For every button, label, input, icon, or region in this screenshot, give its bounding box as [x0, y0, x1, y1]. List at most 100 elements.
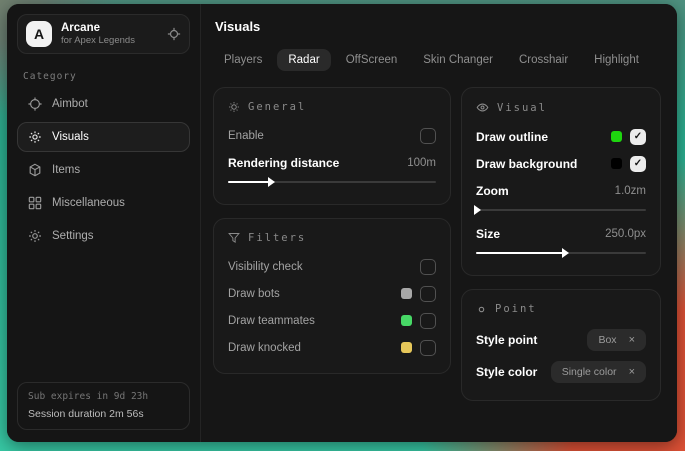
enable-label: Enable	[228, 130, 412, 142]
sidebar: A Arcane for Apex Legends Category Aimbo…	[7, 4, 201, 442]
left-column: General Enable Rendering distance 100m	[213, 87, 451, 374]
draw-background-checkbox[interactable]	[630, 156, 646, 172]
tab-radar[interactable]: Radar	[277, 49, 330, 71]
tab-highlight[interactable]: Highlight	[583, 49, 650, 71]
panels-area: General Enable Rendering distance 100m	[213, 87, 661, 401]
cube-icon	[28, 163, 42, 177]
zoom-row: Zoom 1.0zm	[476, 177, 646, 204]
filters-panel-header: Filters	[228, 232, 436, 244]
size-label: Size	[476, 227, 597, 241]
size-slider[interactable]	[476, 248, 646, 258]
right-column: Visual Draw outline Draw background Zoom	[461, 87, 661, 401]
sub-expires-text: Sub expires in 9d 23h	[28, 391, 179, 404]
close-icon[interactable]: ×	[629, 335, 635, 346]
draw-knocked-color-swatch[interactable]	[401, 342, 412, 353]
slider-thumb[interactable]	[268, 177, 275, 187]
draw-knocked-label: Draw knocked	[228, 342, 393, 354]
tab-skin-changer[interactable]: Skin Changer	[412, 49, 504, 71]
draw-background-row: Draw background	[476, 150, 646, 177]
sidebar-item-label: Miscellaneous	[52, 197, 125, 209]
sidebar-item-label: Aimbot	[52, 98, 88, 110]
slider-fill	[476, 252, 564, 254]
page-title: Visuals	[215, 19, 661, 34]
draw-bots-checkbox[interactable]	[420, 286, 436, 302]
style-color-row: Style color Single color ×	[476, 356, 646, 388]
slider-thumb[interactable]	[562, 248, 569, 258]
style-color-label: Style color	[476, 365, 543, 379]
general-panel-header: General	[228, 101, 436, 113]
sidebar-item-label: Items	[52, 164, 80, 176]
general-panel: General Enable Rendering distance 100m	[213, 87, 451, 205]
app-title: Arcane	[61, 23, 135, 35]
app-logo: A	[26, 21, 52, 47]
filters-panel: Filters Visibility check Draw bots Draw …	[213, 218, 451, 374]
draw-teammates-color-swatch[interactable]	[401, 315, 412, 326]
style-point-row: Style point Box ×	[476, 324, 646, 356]
visibility-check-checkbox[interactable]	[420, 259, 436, 275]
enable-row: Enable	[228, 122, 436, 149]
tab-offscreen[interactable]: OffScreen	[335, 49, 409, 71]
style-point-select[interactable]: Box ×	[587, 329, 646, 351]
target-icon[interactable]	[167, 27, 181, 41]
visibility-check-label: Visibility check	[228, 261, 412, 273]
zoom-value: 1.0zm	[615, 185, 646, 197]
filters-panel-title: Filters	[248, 232, 306, 244]
dot-icon	[476, 304, 487, 315]
style-point-label: Style point	[476, 333, 579, 347]
style-point-value: Box	[598, 334, 616, 346]
visual-panel-title: Visual	[497, 102, 547, 114]
sidebar-item-visuals[interactable]: Visuals	[17, 122, 190, 152]
tab-players[interactable]: Players	[213, 49, 273, 71]
brand-header: A Arcane for Apex Legends	[17, 14, 190, 54]
main-content: Visuals Players Radar OffScreen Skin Cha…	[201, 4, 677, 442]
draw-teammates-label: Draw teammates	[228, 315, 393, 327]
tab-bar: Players Radar OffScreen Skin Changer Cro…	[213, 49, 661, 71]
brand-text: Arcane for Apex Legends	[61, 23, 135, 46]
sidebar-item-label: Visuals	[52, 131, 89, 143]
app-window: A Arcane for Apex Legends Category Aimbo…	[7, 4, 677, 442]
draw-teammates-checkbox[interactable]	[420, 313, 436, 329]
draw-outline-color-swatch[interactable]	[611, 131, 622, 142]
session-duration-text: Session duration 2m 56s	[28, 407, 179, 421]
style-color-select[interactable]: Single color ×	[551, 361, 646, 383]
point-panel: Point Style point Box × Style color Sing…	[461, 289, 661, 401]
draw-outline-label: Draw outline	[476, 130, 603, 144]
point-panel-header: Point	[476, 303, 646, 315]
tab-crosshair[interactable]: Crosshair	[508, 49, 579, 71]
rendering-distance-row: Rendering distance 100m	[228, 149, 436, 176]
zoom-label: Zoom	[476, 184, 607, 198]
style-color-value: Single color	[562, 366, 617, 378]
draw-bots-label: Draw bots	[228, 288, 393, 300]
draw-background-label: Draw background	[476, 157, 603, 171]
draw-bots-color-swatch[interactable]	[401, 288, 412, 299]
general-panel-title: General	[248, 101, 306, 113]
slider-thumb[interactable]	[474, 205, 481, 215]
sidebar-item-settings[interactable]: Settings	[17, 221, 190, 251]
draw-background-color-swatch[interactable]	[611, 158, 622, 169]
sidebar-item-aimbot[interactable]: Aimbot	[17, 89, 190, 119]
draw-knocked-checkbox[interactable]	[420, 340, 436, 356]
rendering-distance-slider[interactable]	[228, 177, 436, 187]
slider-fill	[228, 181, 270, 183]
sidebar-item-items[interactable]: Items	[17, 155, 190, 185]
visibility-check-row: Visibility check	[228, 253, 436, 280]
sidebar-item-miscellaneous[interactable]: Miscellaneous	[17, 188, 190, 218]
enable-checkbox[interactable]	[420, 128, 436, 144]
point-panel-title: Point	[495, 303, 537, 315]
zoom-slider[interactable]	[476, 205, 646, 215]
rendering-distance-value: 100m	[407, 157, 436, 169]
size-row: Size 250.0px	[476, 220, 646, 247]
app-subtitle: for Apex Legends	[61, 36, 135, 46]
sun-gear-icon	[228, 101, 240, 113]
slider-track[interactable]	[476, 209, 646, 211]
draw-outline-row: Draw outline	[476, 123, 646, 150]
visual-panel-header: Visual	[476, 101, 646, 114]
draw-outline-checkbox[interactable]	[630, 129, 646, 145]
gear-icon	[28, 229, 42, 243]
close-icon[interactable]: ×	[629, 367, 635, 378]
draw-knocked-row: Draw knocked	[228, 334, 436, 361]
subscription-info: Sub expires in 9d 23h Session duration 2…	[17, 382, 190, 430]
grid-icon	[28, 196, 42, 210]
eye-icon	[476, 101, 489, 114]
rendering-distance-label: Rendering distance	[228, 156, 399, 170]
